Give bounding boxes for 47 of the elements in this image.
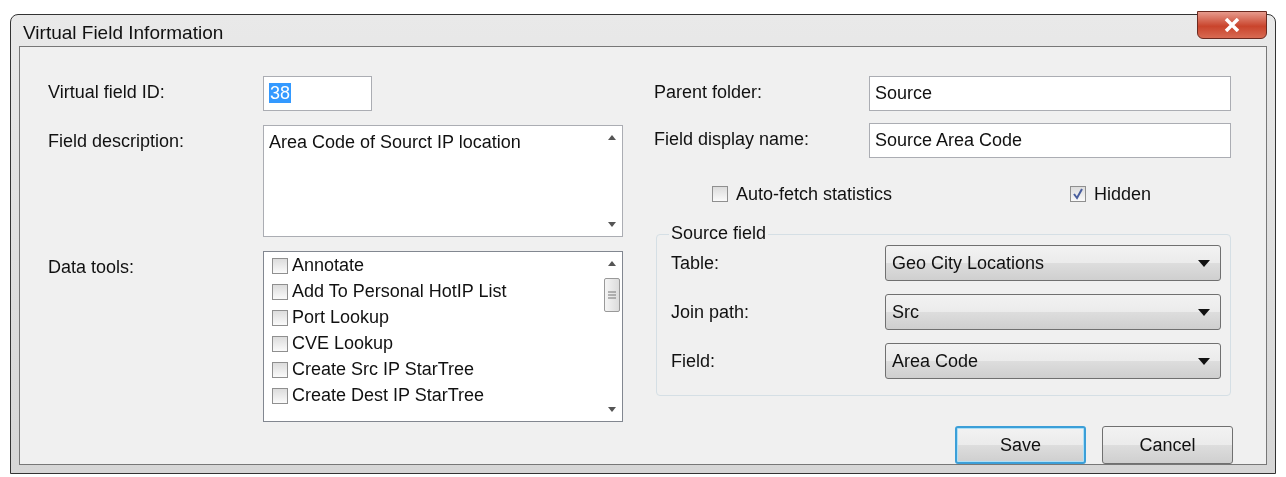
scroll-down-icon[interactable] [607,222,617,228]
checkbox[interactable] [272,335,288,352]
checklist-box[interactable]: Annotate Add To Personal HotIP List Port Lookup CVE Lookup Create Src IP StarTree Create Dest IP StarTree [263,251,623,422]
checkbox-label: Create Dest IP StarTree [292,385,485,406]
caret-icon [1198,308,1210,316]
field-label: Field: [671,350,716,372]
scroll-up-icon[interactable] [607,134,617,140]
checkbox-label: Add To Personal HotIP List [292,281,507,302]
field-value: 38 [269,83,292,103]
input-field[interactable]: Source [869,76,1231,111]
scroll-thumb[interactable] [604,278,620,312]
field-label: Virtual field ID: [48,81,166,103]
field-label: Join path: [671,301,751,323]
checkbox[interactable] [272,283,288,300]
checkbox[interactable] [272,387,288,404]
checkbox-label: Port Lookup [292,307,390,328]
field-label: Table: [671,252,721,274]
checkbox-label: CVE Lookup [292,333,394,354]
field-label: Data tools: [48,256,136,278]
checkbox[interactable] [1069,186,1086,202]
field-label: Field display name: [654,128,811,151]
field-value: Area Code of Sourct IP location [268,131,522,154]
checkbox-label: Annotate [292,255,365,276]
checkbox[interactable] [272,309,288,326]
checkbox-label: Hidden [1093,183,1151,205]
scroll-up-icon[interactable] [607,260,617,266]
dialog-button[interactable]: Save [955,426,1086,464]
checkbox[interactable] [272,361,288,378]
checkbox-label: Auto-fetch statistics [736,183,893,205]
dropdown[interactable]: Src [885,294,1221,330]
close-button[interactable] [1197,10,1267,39]
close-icon [1224,17,1240,32]
caret-icon [1198,259,1210,267]
window-title: Virtual Field Information [22,21,224,44]
grip-icon [608,291,616,299]
field-label: Field description: [48,130,186,152]
dropdown[interactable]: Geo City Locations [885,245,1221,281]
checkbox[interactable] [272,257,288,274]
input-field[interactable]: Source Area Code [869,123,1231,158]
dropdown[interactable]: Area Code [885,343,1221,379]
dialog-button[interactable]: Cancel [1102,426,1233,464]
checkbox[interactable] [712,186,728,202]
caret-icon [1198,357,1210,365]
text-area[interactable]: Area Code of Sourct IP location [263,125,623,237]
checkbox-label: Create Src IP StarTree [292,359,475,380]
scroll-down-icon[interactable] [607,407,617,413]
field-label: Parent folder: [654,81,764,104]
